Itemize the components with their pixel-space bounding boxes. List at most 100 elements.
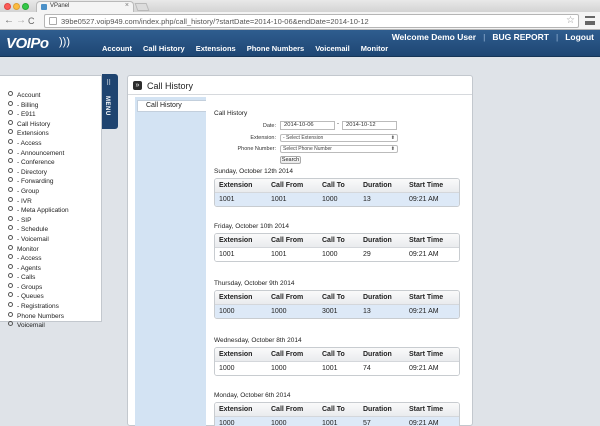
column-header: Start Time xyxy=(409,182,444,189)
browser-tab[interactable]: VPanel × xyxy=(36,1,134,12)
panel-header: » Call History xyxy=(128,76,472,95)
day-group: Monday, October 6th 2014 Extension Call Fr… xyxy=(214,392,460,426)
sidebar-item[interactable]: Voicemail xyxy=(8,321,101,331)
table-header-row: Extension Call From Call To Duration Start T… xyxy=(215,179,459,193)
table-row[interactable]: 1000 1000 1001 74 09:21 AM xyxy=(215,362,459,375)
menu-grid-icon: ⠿ xyxy=(106,80,112,87)
sidebar-item[interactable]: - E911 xyxy=(8,110,101,120)
menu-toggle-tab[interactable]: ⠿ MENU xyxy=(102,74,118,129)
select-arrows-icon: ⬍ xyxy=(390,146,395,152)
voipo-logo[interactable]: VOIPo ))) xyxy=(6,35,76,53)
sidebar-item[interactable]: - Group xyxy=(8,187,101,197)
browser-titlebar: VPanel × xyxy=(0,0,600,12)
nav-monitor[interactable]: Monitor xyxy=(361,44,389,53)
day-group: Sunday, October 12th 2014 Extension Call F… xyxy=(214,168,460,207)
sidebar-item[interactable]: Extensions xyxy=(8,129,101,139)
column-header: Call From xyxy=(271,237,304,244)
table-cell: 1000 xyxy=(271,420,287,426)
column-header: Call From xyxy=(271,294,304,301)
extension-select[interactable]: - Select Extension ⬍ xyxy=(280,134,398,142)
table-cell: 1001 xyxy=(219,251,235,258)
reload-icon[interactable]: C xyxy=(28,15,35,27)
sidebar-item[interactable]: - Directory xyxy=(8,168,101,178)
column-header: Extension xyxy=(219,182,253,189)
new-tab-button[interactable] xyxy=(134,3,150,11)
column-header: Call To xyxy=(322,406,345,413)
sidebar-item[interactable]: - Calls xyxy=(8,273,101,283)
bug-report-link[interactable]: BUG REPORT xyxy=(492,32,549,42)
sidebar-item[interactable]: Phone Numbers xyxy=(8,312,101,322)
menu-tab-label: MENU xyxy=(104,96,110,116)
column-header: Duration xyxy=(363,182,392,189)
page-title: Call History xyxy=(147,81,194,91)
table-row[interactable]: 1000 1000 3001 13 09:21 AM xyxy=(215,305,459,318)
nav-phone-numbers[interactable]: Phone Numbers xyxy=(247,44,305,53)
call-table: Extension Call From Call To Duration Start T… xyxy=(214,402,460,426)
table-cell: 09:21 AM xyxy=(409,196,439,203)
table-cell: 13 xyxy=(363,196,371,203)
table-cell: 1001 xyxy=(322,420,338,426)
table-header-row: Extension Call From Call To Duration Start T… xyxy=(215,348,459,362)
url-text[interactable]: 39be0527.voip949.com/index.php/call_hist… xyxy=(61,17,369,26)
nav-extensions[interactable]: Extensions xyxy=(196,44,236,53)
sidebar-item[interactable]: - Conference xyxy=(8,158,101,168)
minimize-window-icon[interactable] xyxy=(13,3,20,10)
sidebar-item[interactable]: - Agents xyxy=(8,264,101,274)
sidebar-item[interactable]: - IVR xyxy=(8,197,101,207)
column-header: Start Time xyxy=(409,406,444,413)
column-header: Call From xyxy=(271,406,304,413)
table-cell: 1000 xyxy=(322,196,338,203)
day-group: Wednesday, October 8th 2014 Extension Call… xyxy=(214,337,460,376)
sidebar-item[interactable]: - Voicemail xyxy=(8,235,101,245)
nav-account[interactable]: Account xyxy=(102,44,132,53)
bookmark-star-icon[interactable]: ☆ xyxy=(566,15,575,26)
day-title: Monday, October 6th 2014 xyxy=(214,392,291,399)
search-button[interactable]: Search xyxy=(280,156,301,164)
tab-close-icon[interactable]: × xyxy=(125,2,129,9)
double-chevron-icon[interactable]: » xyxy=(133,81,142,90)
table-cell: 1000 xyxy=(271,365,287,372)
column-header: Start Time xyxy=(409,237,444,244)
phone-number-select[interactable]: Select Phone Number ⬍ xyxy=(280,145,398,153)
separator: | xyxy=(555,32,559,42)
logout-link[interactable]: Logout xyxy=(565,32,594,42)
sidebar-item[interactable]: - Registrations xyxy=(8,302,101,312)
sidebar-item[interactable]: - Meta Application xyxy=(8,206,101,216)
table-row[interactable]: 1000 1000 1001 57 09:21 AM xyxy=(215,417,459,426)
date-label: Date: xyxy=(262,123,276,129)
end-date-input[interactable]: 2014-10-12 xyxy=(342,121,397,130)
table-cell: 74 xyxy=(363,365,371,372)
call-table: Extension Call From Call To Duration Start T… xyxy=(214,178,460,207)
sidebar-item[interactable]: - Access xyxy=(8,139,101,149)
sidebar-item[interactable]: - Access xyxy=(8,254,101,264)
sidebar-item[interactable]: - Groups xyxy=(8,283,101,293)
subnav-item-call-history[interactable]: Call History xyxy=(137,100,206,112)
nav-call-history[interactable]: Call History xyxy=(143,44,185,53)
table-row[interactable]: 1001 1001 1000 13 09:21 AM xyxy=(215,193,459,206)
day-title: Thursday, October 9th 2014 xyxy=(214,280,295,287)
address-bar[interactable]: 39be0527.voip949.com/index.php/call_hist… xyxy=(44,14,579,28)
sidebar-item[interactable]: Account xyxy=(8,91,101,101)
forward-arrow-icon[interactable]: → xyxy=(16,15,26,27)
nav-voicemail[interactable]: Voicemail xyxy=(315,44,349,53)
sidebar-item[interactable]: - SIP xyxy=(8,216,101,226)
table-row[interactable]: 1001 1001 1000 29 09:21 AM xyxy=(215,248,459,261)
start-date-input[interactable]: 2014-10-06 xyxy=(280,121,335,130)
app-header: VOIPo ))) Account Call History Extension… xyxy=(0,30,600,57)
column-header: Call To xyxy=(322,351,345,358)
welcome-text: Welcome Demo User xyxy=(391,32,477,42)
sidebar-item[interactable]: - Schedule xyxy=(8,225,101,235)
sidebar-item[interactable]: Call History xyxy=(8,120,101,130)
sidebar-item[interactable]: - Queues xyxy=(8,292,101,302)
close-window-icon[interactable] xyxy=(4,3,11,10)
column-header: Call To xyxy=(322,182,345,189)
zoom-window-icon[interactable] xyxy=(22,3,29,10)
extension-label: Extension: xyxy=(250,135,276,141)
sidebar-item[interactable]: - Forwarding xyxy=(8,177,101,187)
table-cell: 3001 xyxy=(322,308,338,315)
sidebar-item[interactable]: - Billing xyxy=(8,101,101,111)
browser-menu-icon[interactable] xyxy=(585,16,595,25)
sidebar-item[interactable]: - Announcement xyxy=(8,149,101,159)
back-arrow-icon[interactable]: ← xyxy=(4,15,14,27)
sidebar-item[interactable]: Monitor xyxy=(8,245,101,255)
